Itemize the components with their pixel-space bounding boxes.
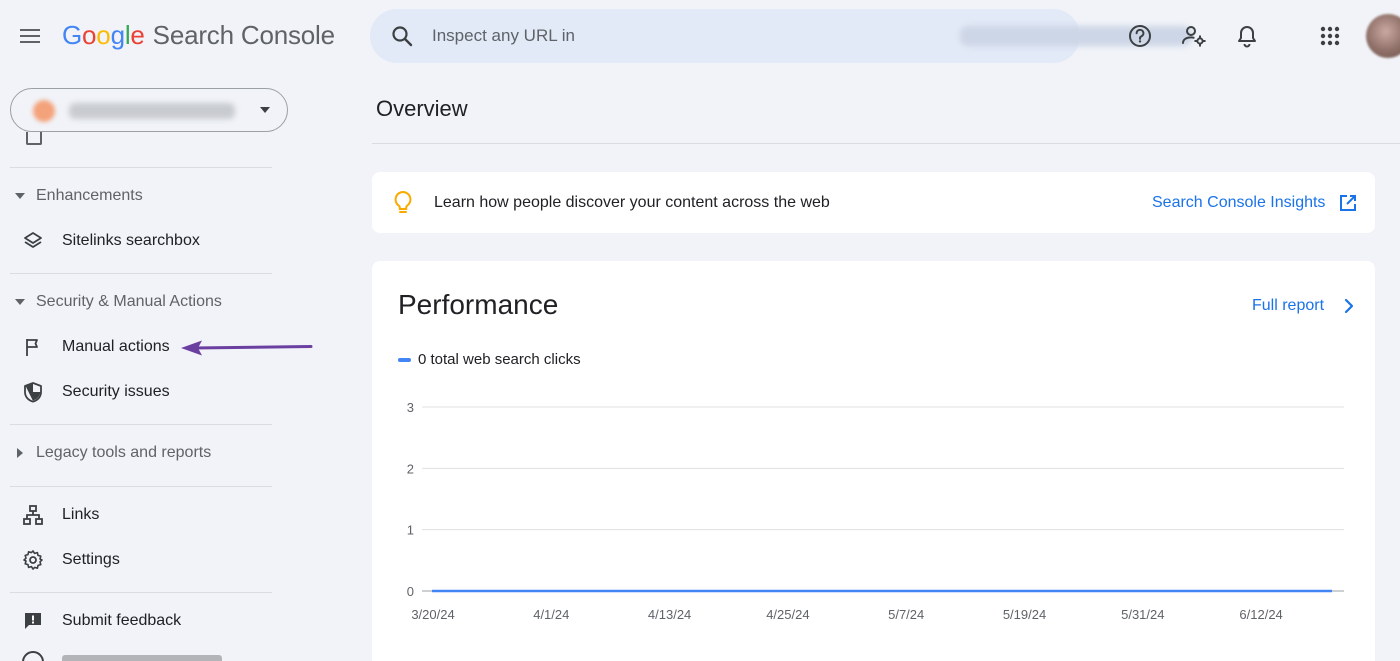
chart-legend[interactable]: 0 total web search clicks — [398, 351, 581, 368]
section-title: Security & Manual Actions — [36, 293, 222, 310]
sidebar-item-submit-feedback[interactable]: Submit feedback — [10, 603, 272, 639]
x-tick-label: 5/31/24 — [1121, 607, 1164, 622]
sidebar-divider — [10, 486, 272, 487]
x-tick-label: 6/12/24 — [1239, 607, 1282, 622]
chevron-right-icon[interactable] — [1342, 297, 1356, 320]
legend-label: 0 total web search clicks — [418, 351, 581, 368]
sidebar-item-security-issues[interactable]: Security issues — [10, 374, 272, 410]
gear-icon — [20, 548, 46, 572]
property-selector[interactable] — [10, 88, 288, 132]
expand-less-icon — [10, 193, 30, 199]
x-tick-label: 3/20/24 — [411, 607, 454, 622]
app-header: Google Search Console — [0, 0, 1400, 72]
sidebar-divider — [10, 424, 272, 425]
partially-visible-item-label — [62, 655, 222, 661]
section-title: Legacy tools and reports — [36, 444, 212, 461]
sidebar-divider — [10, 273, 272, 274]
performance-title: Performance — [398, 289, 559, 320]
product-logo[interactable]: Google Search Console — [62, 20, 335, 51]
section-header-security-manual-actions[interactable]: Security & Manual Actions — [10, 290, 222, 314]
sidebar-item-links[interactable]: Links — [10, 497, 272, 533]
account-avatar[interactable] — [1366, 14, 1400, 58]
title-divider — [372, 143, 1400, 144]
search-icon — [390, 24, 414, 53]
y-tick-label: 1 — [407, 523, 414, 538]
url-inspection-input[interactable] — [432, 9, 962, 63]
section-header-enhancements[interactable]: Enhancements — [10, 184, 143, 208]
sitemap-icon — [20, 503, 46, 527]
apps-icon[interactable] — [1316, 22, 1344, 50]
sidebar-item-sitelinks-searchbox[interactable]: Sitelinks searchbox — [10, 223, 272, 259]
y-tick-label: 2 — [407, 461, 414, 476]
y-tick-label: 0 — [407, 584, 414, 599]
logo-letter: e — [130, 20, 145, 50]
notifications-icon[interactable] — [1233, 22, 1261, 50]
help-icon[interactable] — [1126, 22, 1154, 50]
product-name: Search Console — [152, 20, 335, 50]
logo-letter: g — [110, 20, 125, 50]
sidebar-item-label: Links — [62, 506, 100, 523]
logo-letter: o — [82, 20, 97, 50]
x-tick-label: 4/25/24 — [766, 607, 809, 622]
manage-users-icon[interactable] — [1180, 22, 1208, 50]
full-report-link[interactable]: Full report — [1252, 297, 1324, 315]
performance-card: Performance Full report 0 total web sear… — [372, 261, 1375, 661]
legend-swatch — [398, 357, 411, 362]
sidebar-divider — [10, 167, 272, 168]
x-tick-label: 4/13/24 — [648, 607, 691, 622]
x-tick-label: 5/19/24 — [1003, 607, 1046, 622]
performance-chart: 0 1 2 3 3/20/24 4/1/24 4/13/24 4/25/24 5/7/24 5/1… — [407, 400, 1344, 622]
sidebar-item-label: Security issues — [62, 383, 170, 400]
sidebar-item-label: Submit feedback — [62, 612, 182, 629]
insights-banner: Learn how people discover your content a… — [372, 172, 1375, 233]
sidebar-item-label: Settings — [62, 551, 120, 568]
property-favicon — [33, 100, 55, 122]
main-menu-icon[interactable] — [18, 24, 44, 48]
feedback-icon — [20, 609, 46, 633]
property-name-redacted — [69, 103, 235, 119]
property-url-redacted — [960, 26, 1192, 46]
y-tick-label: 3 — [407, 400, 414, 415]
logo-letter: o — [96, 20, 111, 50]
shield-icon — [20, 380, 46, 404]
lightbulb-icon — [392, 190, 414, 221]
open-in-new-icon[interactable] — [1338, 193, 1358, 218]
url-inspection-search[interactable] — [370, 9, 1192, 63]
section-header-legacy-tools[interactable]: Legacy tools and reports — [10, 441, 211, 465]
insight-message: Learn how people discover your content a… — [434, 194, 830, 211]
annotation-arrow — [181, 340, 313, 356]
flag-icon — [20, 335, 46, 359]
sidebar-item-label: Sitelinks searchbox — [62, 232, 200, 249]
google-wordmark: Google — [62, 20, 145, 50]
sidebar-item-settings[interactable]: Settings — [10, 542, 272, 578]
sidebar-divider — [10, 592, 272, 593]
x-tick-label: 4/1/24 — [533, 607, 569, 622]
logo-letter: G — [62, 20, 83, 50]
scrolled-item-icon — [26, 132, 42, 146]
dropdown-arrow-icon — [260, 107, 270, 113]
page-title: Overview — [376, 96, 468, 121]
layers-icon — [20, 229, 46, 253]
expand-less-icon — [10, 299, 30, 305]
sidebar-item-label: Manual actions — [62, 338, 170, 355]
partially-visible-item-icon — [22, 651, 44, 661]
expand-more-icon — [10, 448, 30, 458]
section-title: Enhancements — [36, 187, 143, 204]
x-tick-label: 5/7/24 — [888, 607, 924, 622]
search-console-insights-link[interactable]: Search Console Insights — [1152, 194, 1325, 212]
